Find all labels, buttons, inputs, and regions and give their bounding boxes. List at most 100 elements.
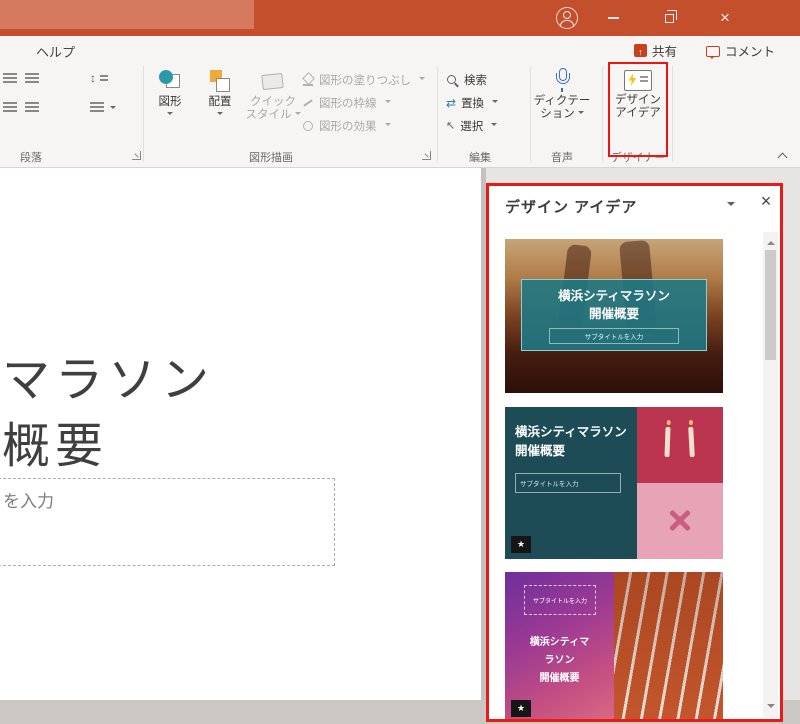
shape-outline-button: 図形の枠線 <box>302 94 391 112</box>
candle-shape <box>664 427 670 457</box>
thumb3-photo-track <box>614 572 723 719</box>
design-ideas-highlight-box <box>608 62 668 157</box>
account-avatar-icon[interactable] <box>556 7 578 29</box>
design-ideas-panel-body: デザイン アイデア 横浜シティマラソン 開催概要 サブタイトルを入力 横浜シティ… <box>489 186 780 719</box>
slide-canvas[interactable]: マラソン 概要 を入力 <box>0 168 481 700</box>
chevron-down-icon <box>419 77 425 83</box>
shape-effects-button: 図形の効果 <box>302 117 391 135</box>
comment-icon <box>706 46 720 57</box>
thumb-title-line: 開催概要 <box>505 670 614 688</box>
panel-title: デザイン アイデア <box>505 196 637 217</box>
group-separator <box>143 66 144 162</box>
panel-menu-caret-icon[interactable] <box>727 202 735 210</box>
group-separator <box>672 66 673 162</box>
tab-help[interactable]: ヘルプ <box>36 42 75 61</box>
panel-close-button[interactable] <box>755 190 777 212</box>
microphone-icon <box>554 68 570 92</box>
dictate-label-1: ディクテー <box>534 95 591 108</box>
shape-outline-icon <box>302 97 314 109</box>
shape-effects-label: 図形の効果 <box>319 118 377 134</box>
thumb2-photo-candles <box>637 407 723 483</box>
list-icon[interactable] <box>90 101 104 113</box>
close-button[interactable] <box>708 0 742 36</box>
scroll-up-icon[interactable] <box>767 237 775 245</box>
search-icon <box>446 74 459 87</box>
restore-button[interactable] <box>652 0 686 36</box>
quick-styles-label-1: クイック <box>250 96 296 109</box>
sort-text-icon[interactable] <box>90 73 108 86</box>
comments-button[interactable]: コメント <box>706 41 775 60</box>
select-button[interactable]: 選択 <box>446 117 497 135</box>
subtitle-placeholder[interactable]: を入力 <box>0 478 335 566</box>
slide-title-line-1[interactable]: マラソン <box>2 340 214 410</box>
design-suggestion-1[interactable]: 横浜シティマラソン 開催概要 サブタイトルを入力 <box>505 239 723 393</box>
chevron-down-icon <box>385 123 391 129</box>
shape-outline-label: 図形の枠線 <box>319 95 377 111</box>
thumb-subtitle: サブタイトルを入力 <box>520 478 579 488</box>
chevron-down-icon <box>167 112 173 118</box>
quick-styles-icon <box>260 69 286 93</box>
thumb2-photo-gift <box>637 483 723 559</box>
share-icon <box>634 44 647 57</box>
scroll-down-icon[interactable] <box>767 704 775 712</box>
group-label-editing: 編集 <box>455 149 505 165</box>
align-icon[interactable] <box>3 72 17 84</box>
thumb-title-line: 横浜シティマラソン <box>526 287 702 305</box>
arrange-icon <box>207 69 233 93</box>
replace-label: 置換 <box>461 95 484 111</box>
ribbon: 段落 図形 配置 クイック スタイル 図形の塗りつぶし 図形の枠線 <box>0 63 800 168</box>
minimize-icon <box>608 17 619 19</box>
replace-button[interactable]: 置換 <box>446 94 498 112</box>
chevron-down-icon <box>385 100 391 106</box>
find-button[interactable]: 検索 <box>446 71 487 89</box>
quick-styles-label-2: スタイル <box>246 109 301 122</box>
shape-fill-icon <box>302 74 314 86</box>
slide-title-line-2[interactable]: 概要 <box>2 406 108 476</box>
find-label: 検索 <box>464 72 487 88</box>
group-separator <box>437 66 438 162</box>
minimize-button[interactable] <box>596 0 630 36</box>
dictate-button[interactable]: ディクテー ション <box>534 66 590 121</box>
line-spacing-icon[interactable] <box>25 72 39 84</box>
select-label: 選択 <box>460 118 483 134</box>
scrollbar-thumb[interactable] <box>765 250 776 360</box>
thumb-subtitle-box: サブタイトルを入力 <box>524 585 596 615</box>
columns-icon[interactable] <box>25 101 39 113</box>
shapes-button[interactable]: 図形 <box>146 66 194 118</box>
shapes-icon <box>157 69 183 93</box>
chevron-down-icon <box>217 112 223 118</box>
paragraph-dialog-launcher[interactable] <box>132 151 141 160</box>
arrange-label: 配置 <box>209 96 232 109</box>
align-icon[interactable] <box>3 101 17 113</box>
panel-scrollbar[interactable] <box>763 232 778 717</box>
drawing-dialog-launcher[interactable] <box>422 151 431 160</box>
dictate-label-2: ション <box>540 108 584 121</box>
comments-label: コメント <box>725 41 775 60</box>
thumb-title-line: ラソン <box>505 652 614 670</box>
share-label: 共有 <box>652 41 677 60</box>
shape-fill-button: 図形の塗りつぶし <box>302 71 425 89</box>
thumb-subtitle: サブタイトルを入力 <box>533 596 587 605</box>
ribbon-bow-shape <box>667 507 693 533</box>
chevron-down-icon[interactable] <box>110 106 116 112</box>
replace-icon <box>446 97 456 110</box>
design-suggestion-2[interactable]: 横浜シティマラソン 開催概要 サブタイトルを入力 <box>505 407 723 559</box>
thumbnail-title-block: 横浜シティマラソン 開催概要 サブタイトルを入力 <box>521 279 707 351</box>
collapse-ribbon-icon[interactable] <box>778 153 788 163</box>
chevron-down-icon <box>578 111 584 117</box>
subtitle-placeholder-text: を入力 <box>3 487 54 512</box>
arrange-button[interactable]: 配置 <box>196 66 244 118</box>
microphone-stem <box>561 88 563 92</box>
title-bar <box>0 0 800 36</box>
shape-fill-label: 図形の塗りつぶし <box>319 72 411 88</box>
group-label-paragraph: 段落 <box>0 149 62 165</box>
group-label-voice: 音声 <box>535 149 589 165</box>
chevron-down-icon <box>295 112 301 118</box>
candle-shape <box>688 427 695 457</box>
thumb-subtitle-box: サブタイトルを入力 <box>515 473 621 493</box>
close-icon <box>720 9 730 28</box>
chevron-down-icon <box>491 123 497 129</box>
shape-effects-icon <box>302 120 314 132</box>
share-button[interactable]: 共有 <box>634 41 677 60</box>
design-suggestion-3[interactable]: サブタイトルを入力 横浜シティマ ラソン 開催概要 <box>505 572 723 719</box>
